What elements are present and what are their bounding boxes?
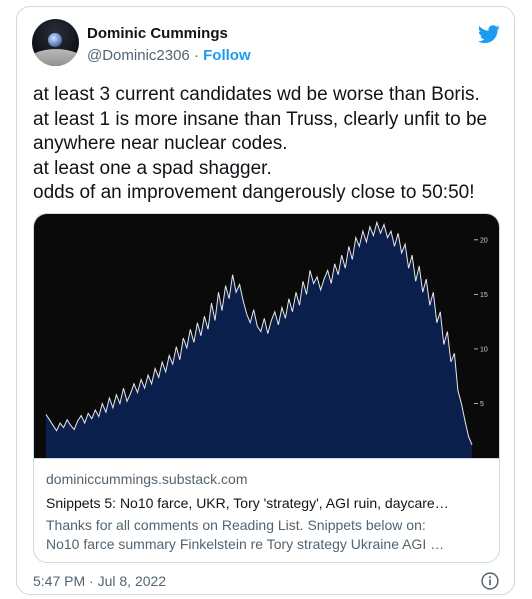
- link-description-line: Thanks for all comments on Reading List.…: [46, 517, 426, 533]
- tweet-line: odds of an improvement dangerously close…: [33, 182, 475, 203]
- avatar[interactable]: [32, 19, 79, 66]
- timestamp-time: 5:47 PM: [33, 573, 86, 589]
- link-description: Thanks for all comments on Reading List.…: [46, 516, 487, 554]
- tweet-timestamp[interactable]: 5:47 PM · Jul 8, 2022: [33, 573, 166, 589]
- timestamp-date: Jul 8, 2022: [97, 573, 167, 589]
- chart-area-fill: [46, 222, 472, 458]
- chart-svg: 20 15 10 5: [45, 220, 488, 458]
- tweet-line: at least 3 current candidates wd be wors…: [33, 84, 480, 105]
- author-name[interactable]: Dominic Cummings: [87, 25, 228, 42]
- info-icon[interactable]: [480, 571, 500, 591]
- link-preview-card[interactable]: 20 15 10 5 dominiccummings.substack.com Sni…: [33, 213, 500, 563]
- twitter-bird-icon[interactable]: [478, 23, 500, 45]
- author-handle-row: @Dominic2306 · Follow: [87, 47, 251, 64]
- chart-y-tick-label: 20: [480, 237, 488, 244]
- author-handle[interactable]: @Dominic2306: [87, 47, 190, 64]
- follow-button[interactable]: Follow: [203, 47, 251, 64]
- tweet-line: at least 1 is more insane than Truss, cl…: [33, 108, 488, 130]
- timestamp-separator: ·: [89, 573, 94, 589]
- tweet-card: Dominic Cummings @Dominic2306 · Follow a…: [16, 6, 515, 595]
- link-meta: dominiccummings.substack.com Snippets 5:…: [34, 458, 499, 562]
- handle-separator: ·: [193, 47, 199, 64]
- preview-chart-image: 20 15 10 5: [34, 214, 499, 458]
- chart-y-tick-label: 10: [480, 346, 488, 353]
- tweet-text: at least 3 current candidates wd be wors…: [33, 83, 505, 206]
- chart-y-tick-label: 15: [480, 292, 488, 299]
- link-title: Snippets 5: No10 farce, UKR, Tory 'strat…: [46, 495, 449, 511]
- link-domain: dominiccummings.substack.com: [46, 471, 248, 487]
- tweet-line: anywhere near nuclear codes.: [33, 133, 288, 154]
- tweet-line: at least one a spad shagger.: [33, 157, 272, 179]
- link-description-line: No10 farce summary Finkelstein re Tory s…: [46, 536, 445, 552]
- chart-y-tick-label: 5: [480, 401, 484, 408]
